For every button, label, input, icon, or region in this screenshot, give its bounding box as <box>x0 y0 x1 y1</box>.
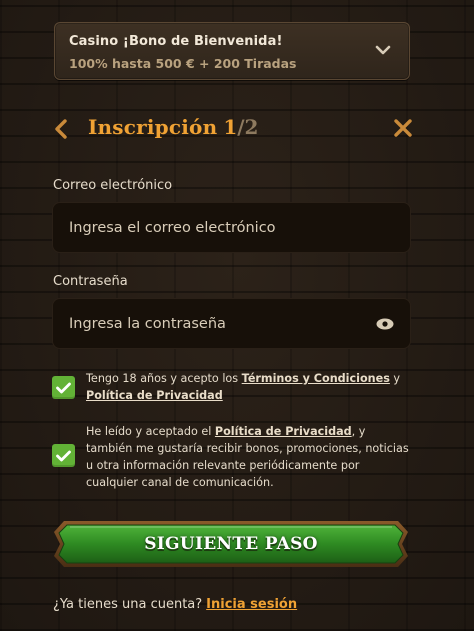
eye-icon[interactable] <box>376 318 394 330</box>
marketing-consent-text: He leído y aceptado el Política de Priva… <box>86 423 412 491</box>
privacy-policy-link[interactable]: Política de Privacidad <box>215 425 352 438</box>
terms-text-middle: y <box>389 372 401 385</box>
next-step-button[interactable]: SIGUIENTE PASO <box>52 518 410 570</box>
bonus-banner[interactable]: Casino ¡Bono de Bienvenida! 100% hasta 5… <box>54 22 410 80</box>
chevron-left-icon[interactable] <box>52 118 70 140</box>
terms-consent-row: Tengo 18 años y acepto los Términos y Co… <box>52 370 412 406</box>
password-label: Contraseña <box>53 274 128 289</box>
terms-link[interactable]: Términos y Condiciones <box>242 372 390 385</box>
step-current: 1 <box>223 115 238 139</box>
next-step-label: SIGUIENTE PASO <box>144 534 318 554</box>
step-total: 2 <box>244 115 259 139</box>
marketing-checkbox[interactable] <box>52 444 75 467</box>
privacy-link[interactable]: Política de Privacidad <box>86 389 223 402</box>
password-field-wrapper <box>52 298 411 349</box>
marketing-text-before: He leído y aceptado el <box>86 425 215 438</box>
bonus-subtitle: 100% hasta 500 € + 200 Tiradas <box>69 56 297 71</box>
password-input[interactable] <box>69 315 368 332</box>
terms-consent-text: Tengo 18 años y acepto los Términos y Co… <box>86 370 412 404</box>
marketing-consent-row: He leído y aceptado el Política de Priva… <box>52 423 412 493</box>
terms-text-before: Tengo 18 años y acepto los <box>86 372 242 385</box>
terms-checkbox[interactable] <box>52 376 75 399</box>
close-icon[interactable] <box>393 118 413 138</box>
login-prompt: ¿Ya tienes una cuenta? Inicia sesión <box>53 597 297 612</box>
email-field-wrapper <box>52 202 411 253</box>
signup-header: Inscripción 1 / 2 <box>88 115 258 143</box>
email-label: Correo electrónico <box>53 178 173 193</box>
step-separator: / <box>237 115 245 139</box>
email-input[interactable] <box>69 219 394 236</box>
checkmark-icon <box>56 382 71 393</box>
chevron-down-icon[interactable] <box>375 44 391 56</box>
checkmark-icon <box>56 450 71 461</box>
login-link[interactable]: Inicia sesión <box>206 597 297 612</box>
page-title: Inscripción <box>88 115 218 139</box>
bonus-title: Casino ¡Bono de Bienvenida! <box>69 34 283 49</box>
login-question: ¿Ya tienes una cuenta? <box>53 597 203 612</box>
